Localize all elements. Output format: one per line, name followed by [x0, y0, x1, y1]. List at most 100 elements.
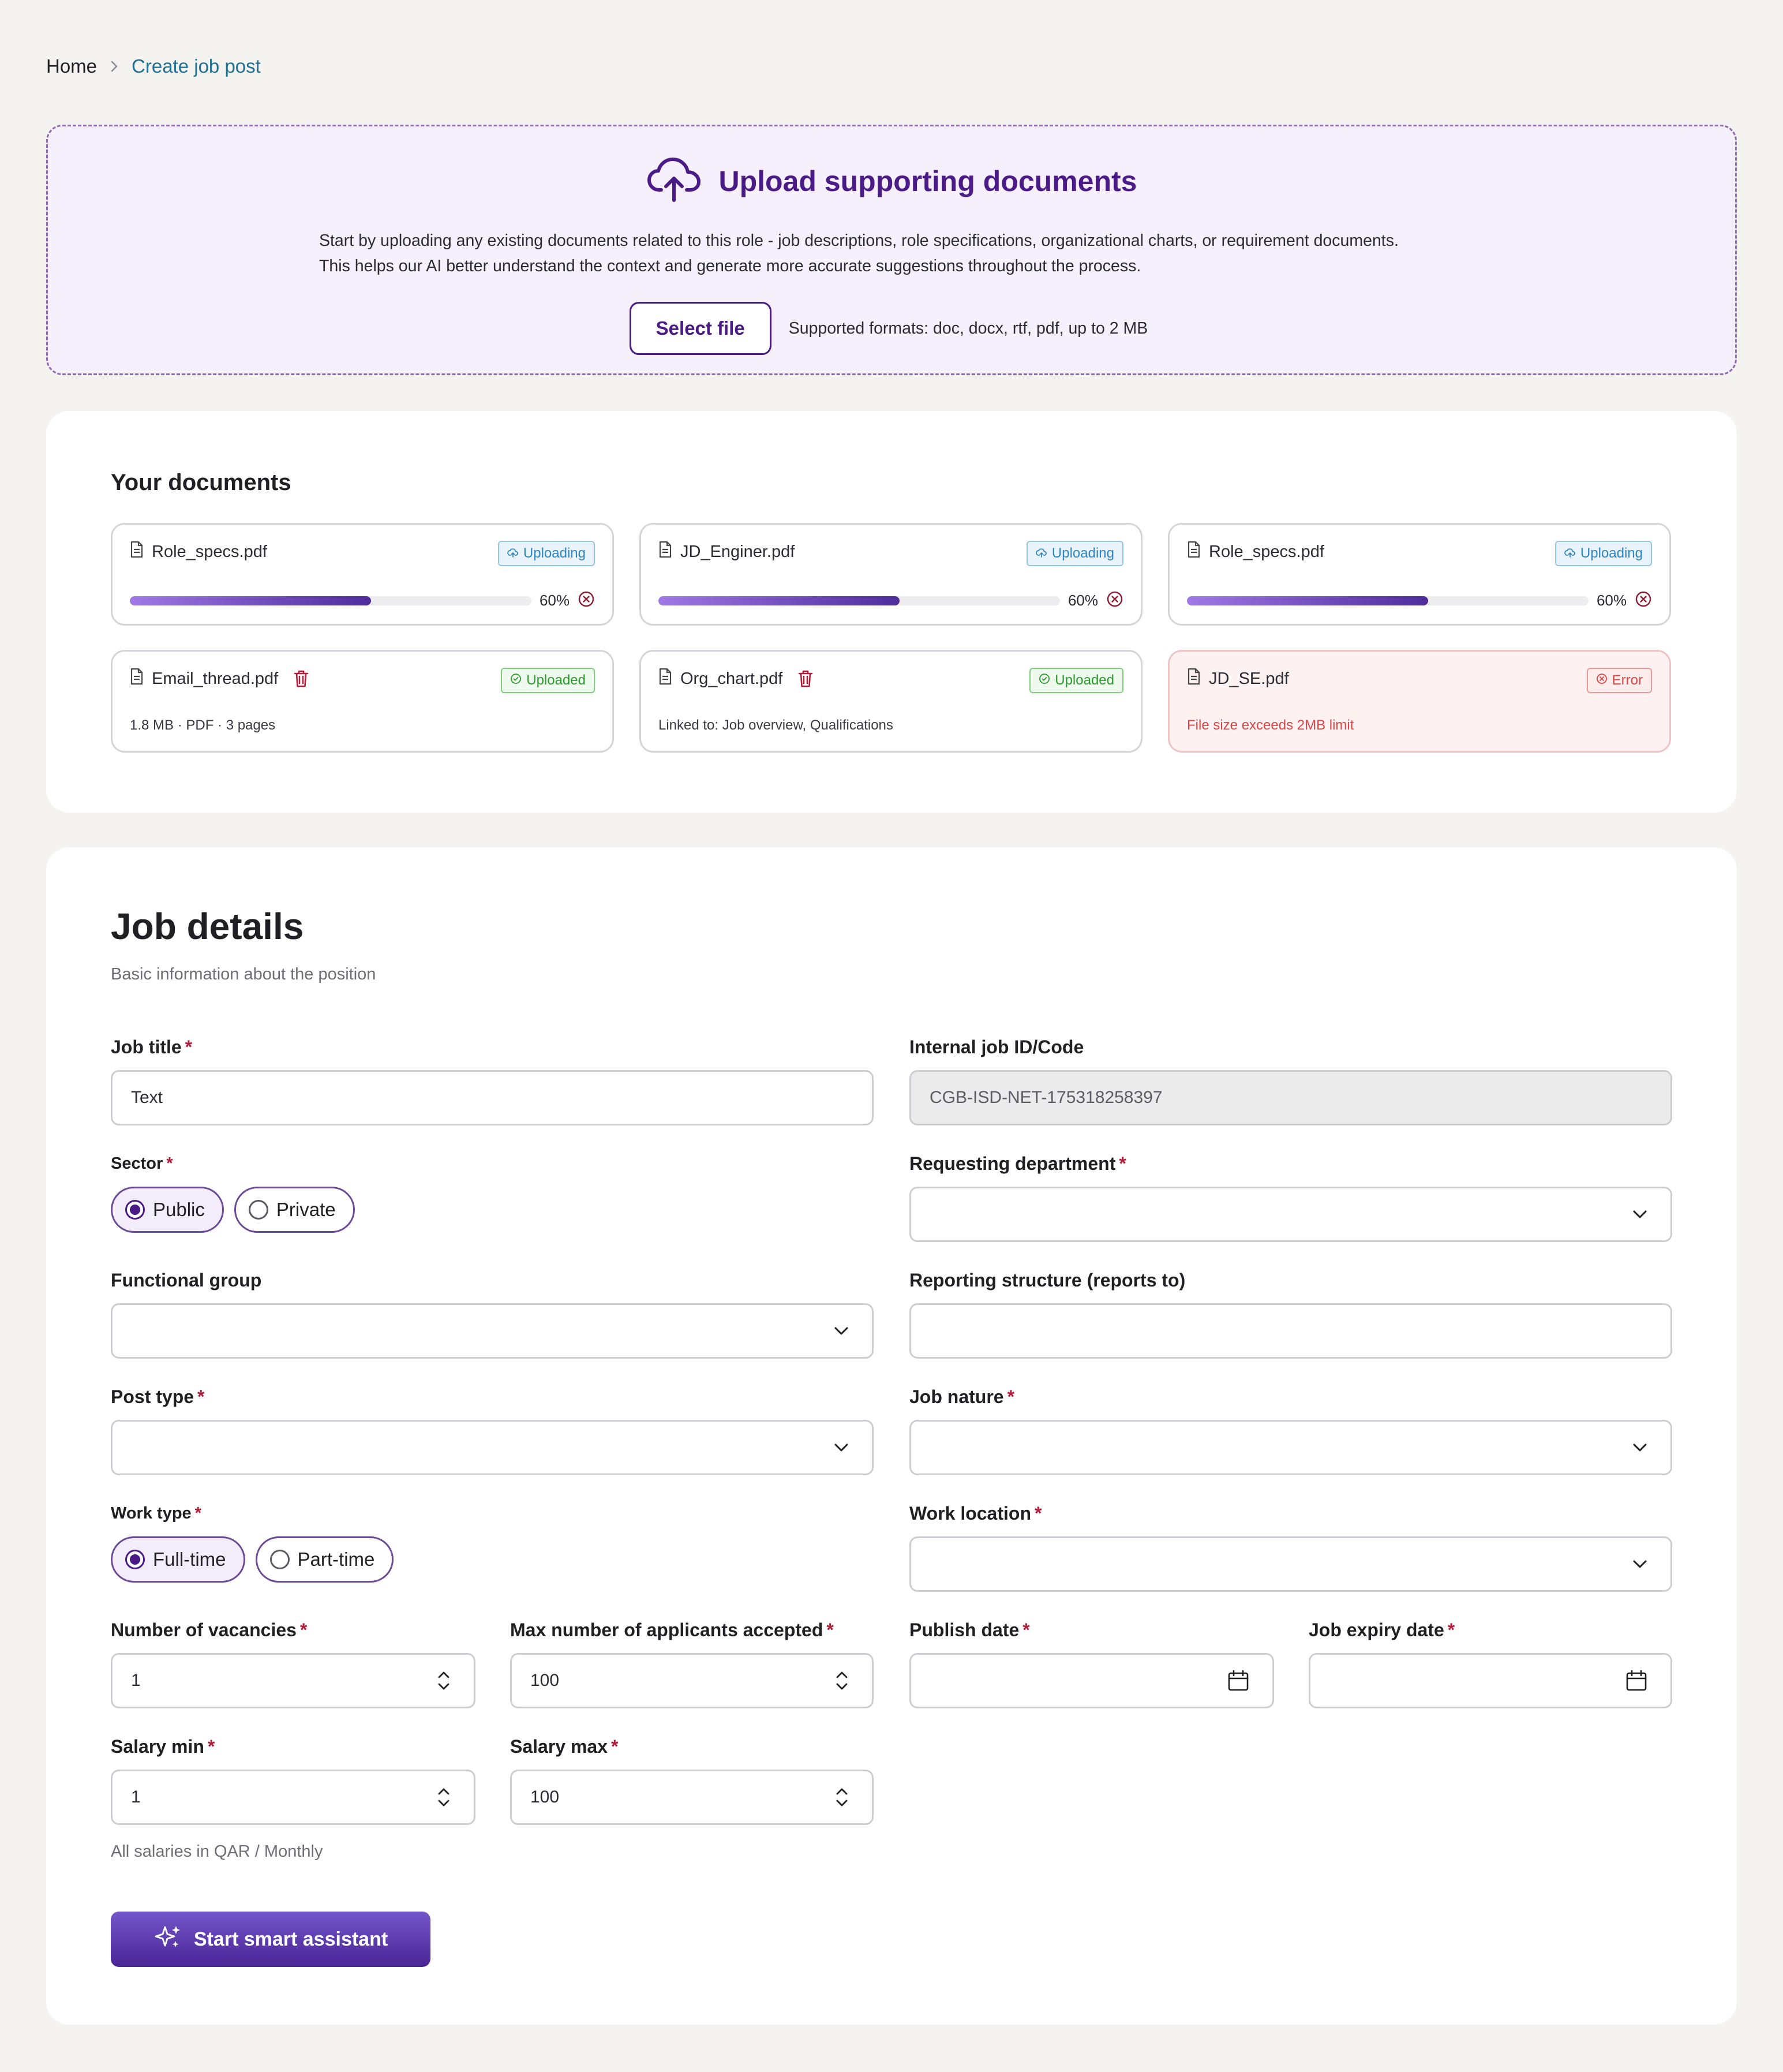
stepper-arrows-icon[interactable] — [437, 1669, 451, 1692]
chevron-down-icon — [1632, 1559, 1647, 1569]
button-label: Start smart assistant — [193, 1928, 388, 1950]
status-badge: Uploading — [497, 541, 595, 566]
sector-option-private[interactable]: Private — [234, 1187, 355, 1233]
chevron-down-icon — [1632, 1443, 1647, 1452]
salary-max-stepper[interactable]: 100 — [510, 1770, 874, 1825]
radio-empty-icon — [248, 1200, 268, 1220]
progress-fill — [1187, 596, 1428, 605]
radio-label: Part-time — [297, 1549, 375, 1570]
calendar-icon[interactable] — [1227, 1670, 1249, 1692]
start-smart-assistant-button[interactable]: Start smart assistant — [111, 1912, 430, 1967]
document-filename: Org_chart.pdf — [680, 669, 783, 688]
status-badge: Uploading — [1554, 541, 1652, 566]
salary-max-label: Salary max * — [510, 1736, 618, 1757]
label-text: Salary max — [510, 1736, 608, 1757]
label-text: Reporting structure (reports to) — [909, 1270, 1186, 1291]
requesting-department-select[interactable] — [909, 1187, 1672, 1242]
breadcrumb-home-link[interactable]: Home — [46, 55, 97, 77]
post-type-label: Post type * — [111, 1386, 204, 1408]
job-nature-label: Job nature * — [909, 1386, 1014, 1408]
required-marker: * — [1119, 1153, 1126, 1174]
cancel-upload-icon[interactable] — [578, 590, 595, 611]
cancel-upload-icon[interactable] — [1106, 590, 1123, 611]
progress-track — [1187, 596, 1589, 605]
upload-progress: 60% — [658, 590, 1123, 611]
document-meta: Linked to: Job overview, Qualifications — [658, 717, 893, 733]
supported-formats-text: Supported formats: doc, docx, rtf, pdf, … — [788, 319, 1148, 338]
salary-min-stepper[interactable]: 1 — [111, 1770, 475, 1825]
file-icon — [1187, 541, 1201, 563]
reporting-structure-input[interactable] — [909, 1303, 1672, 1359]
file-icon — [658, 541, 672, 563]
required-marker: * — [197, 1386, 205, 1407]
label-text: Job nature — [909, 1386, 1004, 1407]
select-file-button[interactable]: Select file — [629, 302, 771, 355]
trash-icon[interactable] — [293, 670, 309, 688]
required-marker: * — [185, 1037, 193, 1057]
salary-min-label: Salary min * — [111, 1736, 215, 1757]
job-title-label: Job title * — [111, 1037, 192, 1058]
work-type-option-full-time[interactable]: Full-time — [111, 1536, 245, 1583]
document-name: Role_specs.pdf — [1187, 541, 1324, 563]
work-location-label: Work location * — [909, 1503, 1042, 1524]
cancel-upload-icon[interactable] — [1635, 590, 1652, 611]
label-text: Job expiry date — [1309, 1620, 1444, 1640]
work-location-select[interactable] — [909, 1536, 1672, 1592]
document-filename: Role_specs.pdf — [152, 542, 267, 561]
status-badge-label: Error — [1612, 672, 1643, 688]
trash-icon[interactable] — [797, 670, 814, 688]
cloud-upload-icon — [1036, 545, 1047, 562]
label-text: Sector — [111, 1154, 163, 1173]
functional-group-select[interactable] — [111, 1303, 874, 1359]
calendar-icon[interactable] — [1625, 1670, 1647, 1692]
upload-progress: 60% — [130, 590, 595, 611]
status-badge-label: Uploading — [523, 545, 586, 561]
sparkles-icon — [153, 1924, 182, 1955]
job-nature-select[interactable] — [909, 1420, 1672, 1475]
requesting-department-label: Requesting department * — [909, 1153, 1126, 1175]
file-icon — [658, 668, 672, 690]
max-applicants-stepper[interactable]: 100 — [510, 1653, 874, 1708]
salary-note: All salaries in QAR / Monthly — [111, 1842, 323, 1861]
sector-option-public[interactable]: Public — [111, 1187, 224, 1233]
stepper-arrows-icon[interactable] — [835, 1669, 849, 1692]
document-name: Email_thread.pdf — [130, 668, 309, 690]
section-title: Job details — [111, 906, 304, 947]
error-circle-icon — [1596, 672, 1608, 689]
radio-label: Public — [153, 1199, 205, 1220]
work-type-radio-group: Full-time Part-time — [111, 1536, 394, 1583]
document-item: Role_specs.pdf Uploading 60% — [1168, 523, 1671, 626]
status-badge-label: Uploaded — [526, 672, 586, 688]
check-circle-icon — [1039, 672, 1050, 689]
progress-track — [658, 596, 1060, 605]
job-title-input[interactable]: Text — [111, 1070, 874, 1125]
expiry-date-input[interactable] — [1309, 1653, 1672, 1708]
upload-description-line-1: Start by uploading any existing document… — [319, 231, 1399, 250]
progress-fill — [130, 596, 371, 605]
documents-title: Your documents — [111, 470, 291, 495]
progress-percent: 60% — [1067, 592, 1098, 609]
progress-fill — [658, 596, 900, 605]
label-text: Internal job ID/Code — [909, 1037, 1084, 1057]
chevron-down-icon — [1632, 1210, 1647, 1219]
post-type-select[interactable] — [111, 1420, 874, 1475]
cloud-upload-icon — [507, 545, 519, 562]
label-text: Max number of applicants accepted — [510, 1620, 823, 1640]
stepper-arrows-icon[interactable] — [835, 1786, 849, 1809]
stepper-arrows-icon[interactable] — [437, 1786, 451, 1809]
upload-title: Upload supporting documents — [718, 164, 1137, 197]
document-item: Role_specs.pdf Uploading 60% — [111, 523, 614, 626]
file-icon — [130, 541, 144, 563]
file-icon — [130, 668, 144, 690]
publish-date-input[interactable] — [909, 1653, 1274, 1708]
status-badge-label: Uploading — [1580, 545, 1643, 561]
work-type-option-part-time[interactable]: Part-time — [255, 1536, 394, 1583]
stepper-value: 100 — [530, 1787, 560, 1807]
radio-empty-icon — [269, 1550, 290, 1569]
upload-dropzone[interactable]: Upload supporting documents Start by upl… — [46, 125, 1737, 375]
required-marker: * — [1034, 1503, 1042, 1524]
required-marker: * — [194, 1504, 201, 1523]
chevron-down-icon — [834, 1326, 849, 1336]
document-filename: JD_Enginer.pdf — [680, 542, 795, 561]
vacancies-stepper[interactable]: 1 — [111, 1653, 475, 1708]
